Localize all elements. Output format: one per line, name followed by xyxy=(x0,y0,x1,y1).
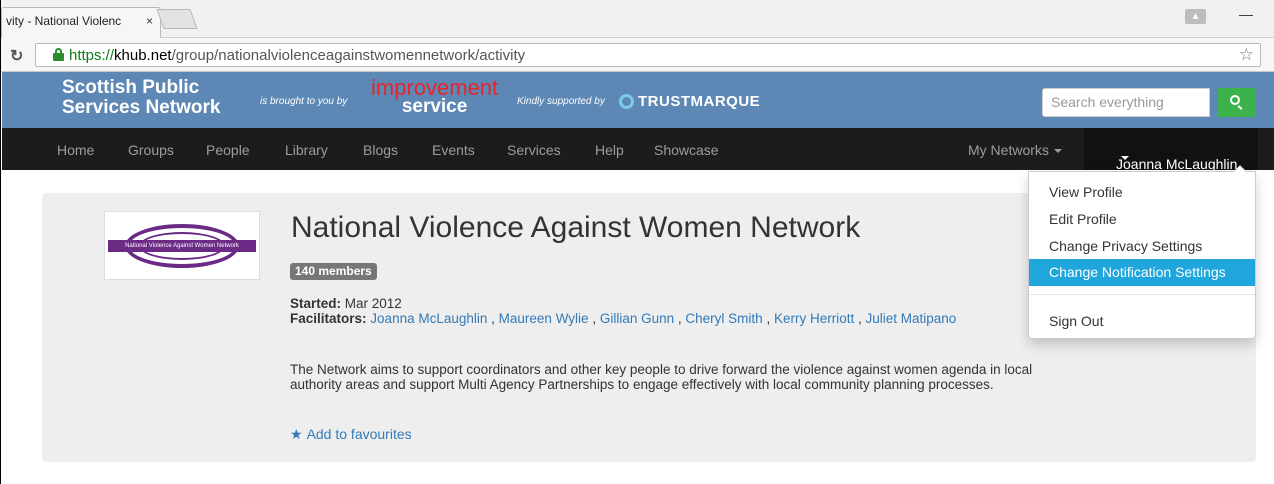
menu-divider xyxy=(1029,294,1255,295)
trustmarque-icon xyxy=(619,94,634,109)
search-icon xyxy=(1230,95,1240,105)
nav-blogs[interactable]: Blogs xyxy=(363,142,398,158)
started-date: Mar 2012 xyxy=(344,296,402,311)
search-button[interactable] xyxy=(1218,88,1256,117)
improvement-service-logo: improvement service xyxy=(371,75,499,117)
menu-item-notification-settings[interactable]: Change Notification Settings xyxy=(1029,259,1255,286)
search-input[interactable]: Search everything xyxy=(1042,88,1210,117)
nav-library[interactable]: Library xyxy=(285,142,328,158)
address-bar: ↻ https://khub.net/group/nationalviolenc… xyxy=(1,38,1274,72)
facilitator-link[interactable]: Cheryl Smith xyxy=(685,311,762,326)
nav-groups[interactable]: Groups xyxy=(128,142,174,158)
members-badge: 140 members xyxy=(290,263,377,280)
facilitator-link[interactable]: Maureen Wylie xyxy=(499,311,589,326)
new-tab-button[interactable] xyxy=(156,9,198,29)
nav-events[interactable]: Events xyxy=(432,142,475,158)
user-menu[interactable]: Joanna McLaughlin xyxy=(1084,128,1258,172)
menu-item-edit-profile[interactable]: Edit Profile xyxy=(1029,206,1255,233)
menu-item-privacy-settings[interactable]: Change Privacy Settings xyxy=(1029,233,1255,260)
star-icon: ★ xyxy=(290,426,303,442)
main-nav: Home Groups People Library Blogs Events … xyxy=(2,128,1274,172)
caret-down-icon xyxy=(1053,149,1062,154)
reload-icon[interactable]: ↻ xyxy=(10,46,23,66)
facilitator-link[interactable]: Gillian Gunn xyxy=(600,311,674,326)
page-title: National Violence Against Women Network xyxy=(291,211,861,244)
kindly-supported-text: Kindly supported by xyxy=(517,96,605,107)
facilitator-link[interactable]: Kerry Herriott xyxy=(774,311,854,326)
menu-item-view-profile[interactable]: View Profile xyxy=(1029,179,1255,206)
nav-people[interactable]: People xyxy=(206,142,250,158)
url-text: https://khub.net/group/nationalviolencea… xyxy=(69,47,526,64)
close-icon[interactable]: × xyxy=(146,14,153,28)
tab-strip: vity - National Violenc × ▲ — xyxy=(1,0,1274,38)
bookmark-star-icon[interactable]: ☆ xyxy=(1239,45,1254,65)
nav-home[interactable]: Home xyxy=(57,142,94,158)
tab-title: vity - National Violenc xyxy=(6,14,122,28)
nav-showcase[interactable]: Showcase xyxy=(654,142,719,158)
brought-by-text: is brought to you by xyxy=(260,96,348,107)
lock-icon xyxy=(53,48,64,61)
site-header: Scottish Public Services Network is brou… xyxy=(2,72,1274,128)
group-description: The Network aims to support coordinators… xyxy=(290,362,1033,392)
group-meta: Started: Mar 2012 Facilitators: Joanna M… xyxy=(290,296,957,326)
nav-services[interactable]: Services xyxy=(507,142,561,158)
user-dropdown-menu: View Profile Edit Profile Change Privacy… xyxy=(1028,165,1256,339)
profile-icon[interactable]: ▲ xyxy=(1185,9,1206,24)
browser-tab[interactable]: vity - National Violenc × xyxy=(1,7,161,38)
nav-help[interactable]: Help xyxy=(595,142,624,158)
menu-item-sign-out[interactable]: Sign Out xyxy=(1029,308,1255,335)
facilitator-link[interactable]: Juliet Matipano xyxy=(865,311,956,326)
trustmarque-logo: TRUSTMARQUE xyxy=(638,93,761,110)
url-input[interactable]: https://khub.net/group/nationalviolencea… xyxy=(35,43,1261,67)
browser-window: vity - National Violenc × ▲ — ↻ https://… xyxy=(0,0,1274,484)
add-to-favourites-link[interactable]: ★ Add to favourites xyxy=(290,426,412,443)
brand-logo[interactable]: Scottish Public Services Network xyxy=(62,78,220,118)
minimize-button[interactable]: — xyxy=(1239,6,1253,22)
facilitator-link[interactable]: Joanna McLaughlin xyxy=(370,311,487,326)
caret-down-icon xyxy=(1121,156,1129,160)
my-networks-menu[interactable]: My Networks xyxy=(968,142,1062,158)
group-logo: National Violence Against Women Network xyxy=(104,211,260,280)
